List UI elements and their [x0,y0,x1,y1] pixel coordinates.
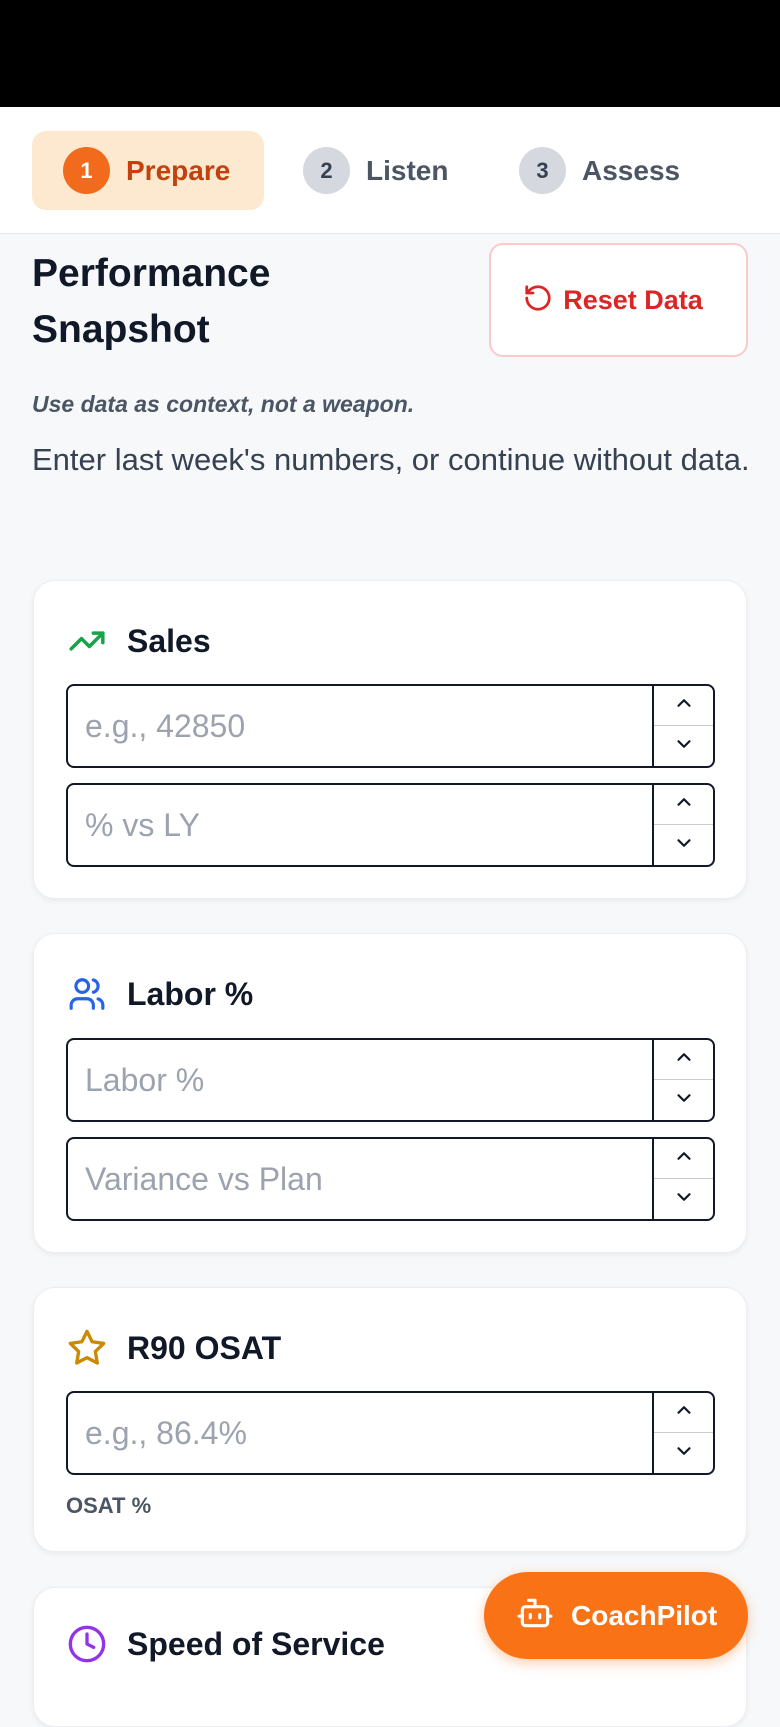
step-assess[interactable]: 3 Assess [506,131,680,210]
osat-input[interactable] [68,1393,656,1473]
sales-amount-input[interactable] [68,686,656,766]
decrement-button[interactable] [654,1179,713,1219]
number-stepper[interactable] [652,686,713,766]
sales-amount-field [66,684,715,768]
labor-percent-field [66,1038,715,1122]
number-stepper[interactable] [652,1393,713,1473]
labor-variance-input[interactable] [68,1139,656,1219]
tagline: Use data as context, not a weapon. [32,391,415,417]
step-number: 3 [519,147,566,194]
card-title: Labor % [127,975,254,1012]
osat-card: R90 OSAT OSAT % [33,1287,747,1552]
bot-icon [516,1594,554,1637]
chevron-up-icon [673,1046,695,1073]
increment-button[interactable] [654,686,713,726]
clock-icon [67,1624,107,1664]
step-number: 2 [303,147,350,194]
rotate-ccw-icon [523,283,553,318]
coachpilot-button[interactable]: CoachPilot [484,1572,748,1659]
step-label: Prepare [126,154,231,186]
decrement-button[interactable] [654,1080,713,1120]
chevron-down-icon [673,733,695,760]
increment-button[interactable] [654,785,713,825]
sales-vs-ly-field [66,783,715,867]
chevron-up-icon [673,791,695,818]
status-bar [0,0,780,107]
increment-button[interactable] [654,1393,713,1433]
decrement-button[interactable] [654,726,713,766]
chevron-up-icon [673,1145,695,1172]
step-prepare[interactable]: 1 Prepare [32,131,264,210]
decrement-button[interactable] [654,1433,713,1473]
sales-card: Sales [33,580,747,899]
coachpilot-label: CoachPilot [571,1599,718,1631]
card-title: Sales [127,622,211,659]
card-title: Speed of Service [127,1625,385,1662]
chevron-down-icon [673,832,695,859]
sales-vs-ly-input[interactable] [68,785,656,865]
chevron-up-icon [673,692,695,719]
labor-variance-field [66,1137,715,1221]
chevron-up-icon [673,1399,695,1426]
card-title: R90 OSAT [127,1329,282,1366]
chevron-down-icon [673,1186,695,1213]
star-icon [67,1328,107,1368]
osat-field [66,1391,715,1475]
step-listen[interactable]: 2 Listen [290,131,448,210]
page-title: Performance Snapshot [32,252,271,351]
step-number: 1 [63,147,110,194]
labor-card: Labor % [33,933,747,1253]
chevron-down-icon [673,1440,695,1467]
number-stepper[interactable] [652,785,713,865]
number-stepper[interactable] [652,1040,713,1120]
increment-button[interactable] [654,1139,713,1179]
chevron-down-icon [673,1087,695,1114]
intro-text: Enter last week's numbers, or continue w… [32,442,750,477]
users-icon [67,974,107,1014]
osat-helper-text: OSAT % [66,1493,152,1518]
increment-button[interactable] [654,1040,713,1080]
step-label: Listen [366,154,449,186]
step-navigation: 1 Prepare 2 Listen 3 Assess [0,107,780,234]
step-label: Assess [582,154,681,186]
reset-data-label: Reset Data [563,285,703,315]
labor-percent-input[interactable] [68,1040,656,1120]
number-stepper[interactable] [652,1139,713,1219]
reset-data-button[interactable]: Reset Data [489,243,748,357]
decrement-button[interactable] [654,825,713,865]
trending-up-icon [67,621,107,661]
